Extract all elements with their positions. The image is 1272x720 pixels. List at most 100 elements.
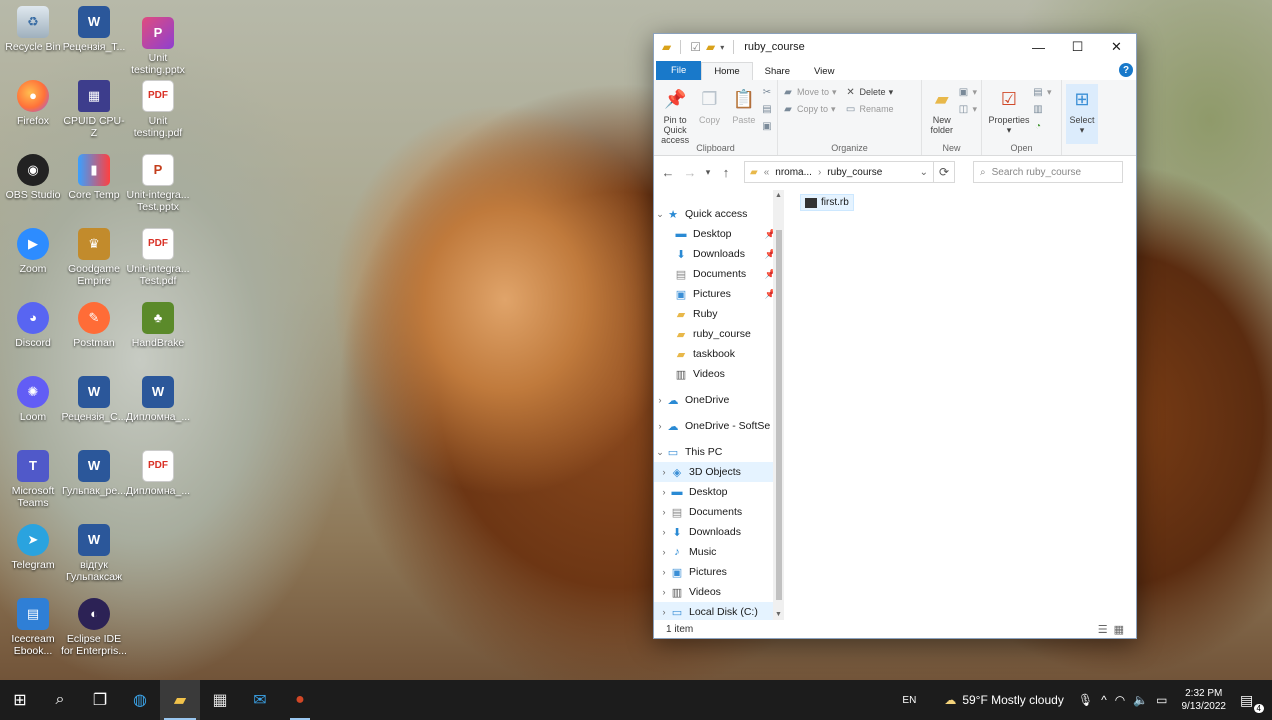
nav-item[interactable]: › ▤ Documents bbox=[654, 502, 784, 522]
refresh-button[interactable]: ⟳ bbox=[933, 161, 955, 183]
maximize-button[interactable]: ☐ bbox=[1058, 34, 1097, 60]
desktop-icon[interactable]: ◐ Eclipse IDE for Enterpris... bbox=[61, 598, 127, 657]
search-box[interactable]: ⌕ Search ruby_course bbox=[973, 161, 1123, 183]
recent-locations-icon[interactable]: ▾ bbox=[704, 167, 712, 178]
nav-item[interactable]: ▰ taskbook bbox=[654, 344, 784, 364]
nav-item[interactable]: › ▭ Local Disk (C:) bbox=[654, 602, 784, 620]
close-button[interactable]: ✕ bbox=[1097, 34, 1136, 60]
desktop-icon[interactable]: ♣ HandBrake bbox=[125, 302, 191, 349]
nav-item[interactable]: ▣ Pictures 📌 bbox=[654, 284, 784, 304]
breadcrumb-current[interactable]: ruby_course bbox=[827, 167, 882, 178]
expand-chevron-icon[interactable]: › bbox=[658, 527, 670, 537]
forward-arrow-icon[interactable]: → bbox=[682, 165, 698, 180]
history-icon[interactable]: ◔ bbox=[1032, 120, 1052, 132]
address-bar[interactable]: ▰ « nroma... › ruby_course ⌄ bbox=[744, 161, 934, 183]
paste-shortcut-icon[interactable]: ▣ bbox=[761, 120, 773, 132]
file-explorer-taskbar-icon[interactable]: ▰ bbox=[160, 680, 200, 720]
select-button[interactable]: ⊞ Select ▾ bbox=[1066, 84, 1098, 144]
nav-item[interactable]: › ◈ 3D Objects bbox=[654, 462, 784, 482]
file-item[interactable]: first.rb bbox=[800, 194, 854, 211]
nav-item[interactable]: › ▥ Videos bbox=[654, 582, 784, 602]
desktop-icon[interactable]: ♛ Goodgame Empire bbox=[61, 228, 127, 287]
nav-item[interactable]: › ▣ Pictures bbox=[654, 562, 784, 582]
collapse-chevron-icon[interactable]: ⌄ bbox=[654, 447, 666, 458]
collapse-chevron-icon[interactable]: ⌄ bbox=[654, 209, 666, 220]
nav-item[interactable]: ⬇ Downloads 📌 bbox=[654, 244, 784, 264]
expand-chevron-icon[interactable]: › bbox=[654, 395, 666, 405]
details-view-icon[interactable]: ☰ bbox=[1098, 623, 1108, 636]
quick-access-node[interactable]: ⌄ ★ Quick access bbox=[654, 204, 784, 224]
tab-home[interactable]: Home bbox=[701, 62, 753, 80]
expand-chevron-icon[interactable]: › bbox=[658, 467, 670, 477]
nav-item[interactable]: ▥ Videos bbox=[654, 364, 784, 384]
notification-center-icon[interactable]: ▤ 4 bbox=[1240, 692, 1264, 713]
speaker-icon[interactable]: 🔈 bbox=[1133, 693, 1148, 707]
address-dropdown-icon[interactable]: ⌄ bbox=[920, 167, 928, 178]
expand-chevron-icon[interactable]: › bbox=[658, 487, 670, 497]
desktop-icon[interactable]: W Дипломна_... bbox=[125, 376, 191, 423]
microsoft-store-icon[interactable]: ▦ bbox=[200, 680, 240, 720]
expand-chevron-icon[interactable]: › bbox=[658, 547, 670, 557]
onedrive-node[interactable]: › ☁ OneDrive bbox=[654, 390, 784, 410]
weather-widget[interactable]: ☁ 59°F Mostly cloudy bbox=[944, 693, 1064, 707]
onedrive-org-node[interactable]: › ☁ OneDrive - SoftSe bbox=[654, 416, 784, 436]
up-arrow-icon[interactable]: ↑ bbox=[718, 165, 734, 180]
tab-view[interactable]: View bbox=[802, 63, 846, 80]
desktop-icon[interactable]: ✎ Postman bbox=[61, 302, 127, 349]
nav-item[interactable]: ▰ ruby_course bbox=[654, 324, 784, 344]
tab-file[interactable]: File bbox=[656, 61, 702, 80]
desktop-icon[interactable]: W Рецензія_Т... bbox=[61, 6, 127, 53]
customize-quick-access-icon[interactable]: ▾ bbox=[720, 43, 724, 52]
back-arrow-icon[interactable]: ← bbox=[660, 165, 676, 180]
clock[interactable]: 2:32 PM 9/13/2022 bbox=[1182, 687, 1227, 713]
large-icons-view-icon[interactable]: ▦ bbox=[1114, 623, 1124, 636]
search-icon[interactable]: ⌕ bbox=[40, 680, 80, 720]
task-view-icon[interactable]: ❐ bbox=[80, 680, 120, 720]
nav-scrollbar[interactable]: ▲ ▼ bbox=[773, 190, 784, 620]
desktop-icon[interactable]: PDF Дипломна_... bbox=[125, 450, 191, 497]
this-pc-node[interactable]: ⌄ ▭ This PC bbox=[654, 442, 784, 462]
nav-item[interactable]: ▬ Desktop 📌 bbox=[654, 224, 784, 244]
scroll-up-icon[interactable]: ▲ bbox=[773, 192, 784, 199]
minimize-button[interactable]: — bbox=[1019, 34, 1058, 60]
desktop-icon[interactable]: W Гульпак_ре... bbox=[61, 450, 127, 497]
edge-browser-icon[interactable]: ◍ bbox=[120, 680, 160, 720]
nav-item[interactable]: › ♪ Music bbox=[654, 542, 784, 562]
desktop-icon[interactable]: P Unit-integra... Test.pptx bbox=[125, 154, 191, 213]
breadcrumb-parent[interactable]: nroma... bbox=[775, 167, 812, 178]
desktop-icon[interactable]: ▤ Icecream Ebook... bbox=[0, 598, 66, 657]
desktop-icon[interactable]: PDF Unit testing.pdf bbox=[125, 80, 191, 139]
title-bar[interactable]: ▰ ☑ ▰ ▾ ruby_course — ☐ ✕ bbox=[654, 34, 1136, 60]
microphone-icon[interactable]: 🎙 bbox=[1078, 693, 1093, 707]
move-to-button[interactable]: ▰ Move to ▾ bbox=[782, 86, 836, 98]
language-indicator[interactable]: EN bbox=[902, 695, 916, 706]
desktop-icon[interactable]: ◕ Discord bbox=[0, 302, 66, 349]
wifi-icon[interactable]: ◠ bbox=[1115, 693, 1125, 707]
search-input[interactable]: Search ruby_course bbox=[992, 167, 1082, 178]
open-icon[interactable]: ▤ ▾ bbox=[1032, 86, 1051, 98]
desktop-icon[interactable]: ◉ OBS Studio bbox=[0, 154, 66, 201]
delete-button[interactable]: ✕ Delete ▾ bbox=[845, 86, 894, 98]
scrollbar-thumb[interactable] bbox=[776, 230, 782, 600]
desktop-icon[interactable]: Wвідгук Гульпаксаж bbox=[61, 524, 127, 583]
desktop-icon[interactable]: PDF Unit-integra... Test.pdf bbox=[125, 228, 191, 287]
scroll-down-icon[interactable]: ▼ bbox=[773, 611, 784, 618]
desktop-icon[interactable]: ➤ Telegram bbox=[0, 524, 66, 571]
powerpoint-taskbar-icon[interactable]: ● bbox=[280, 680, 320, 720]
desktop-icon[interactable]: ✺ Loom bbox=[0, 376, 66, 423]
expand-chevron-icon[interactable]: › bbox=[658, 587, 670, 597]
copy-to-button[interactable]: ▰ Copy to ▾ bbox=[782, 103, 837, 115]
new-item-icon[interactable]: ▣ ▾ bbox=[957, 86, 977, 98]
rename-button[interactable]: ▭ Rename bbox=[845, 103, 894, 115]
properties-quick-icon[interactable]: ☑ bbox=[690, 40, 701, 54]
easy-access-icon[interactable]: ◫ ▾ bbox=[957, 103, 977, 115]
expand-chevron-icon[interactable]: › bbox=[658, 567, 670, 577]
tab-share[interactable]: Share bbox=[753, 63, 802, 80]
battery-icon[interactable]: ▭ bbox=[1156, 693, 1167, 707]
desktop-icon[interactable]: W Рецензія_С... bbox=[61, 376, 127, 423]
desktop-icon[interactable]: P Unit testing.pptx bbox=[125, 17, 191, 76]
desktop-icon[interactable]: T Microsoft Teams bbox=[0, 450, 66, 509]
copy-path-icon[interactable]: ▤ bbox=[761, 103, 773, 115]
new-folder-quick-icon[interactable]: ▰ bbox=[706, 40, 715, 54]
expand-chevron-icon[interactable]: › bbox=[658, 507, 670, 517]
